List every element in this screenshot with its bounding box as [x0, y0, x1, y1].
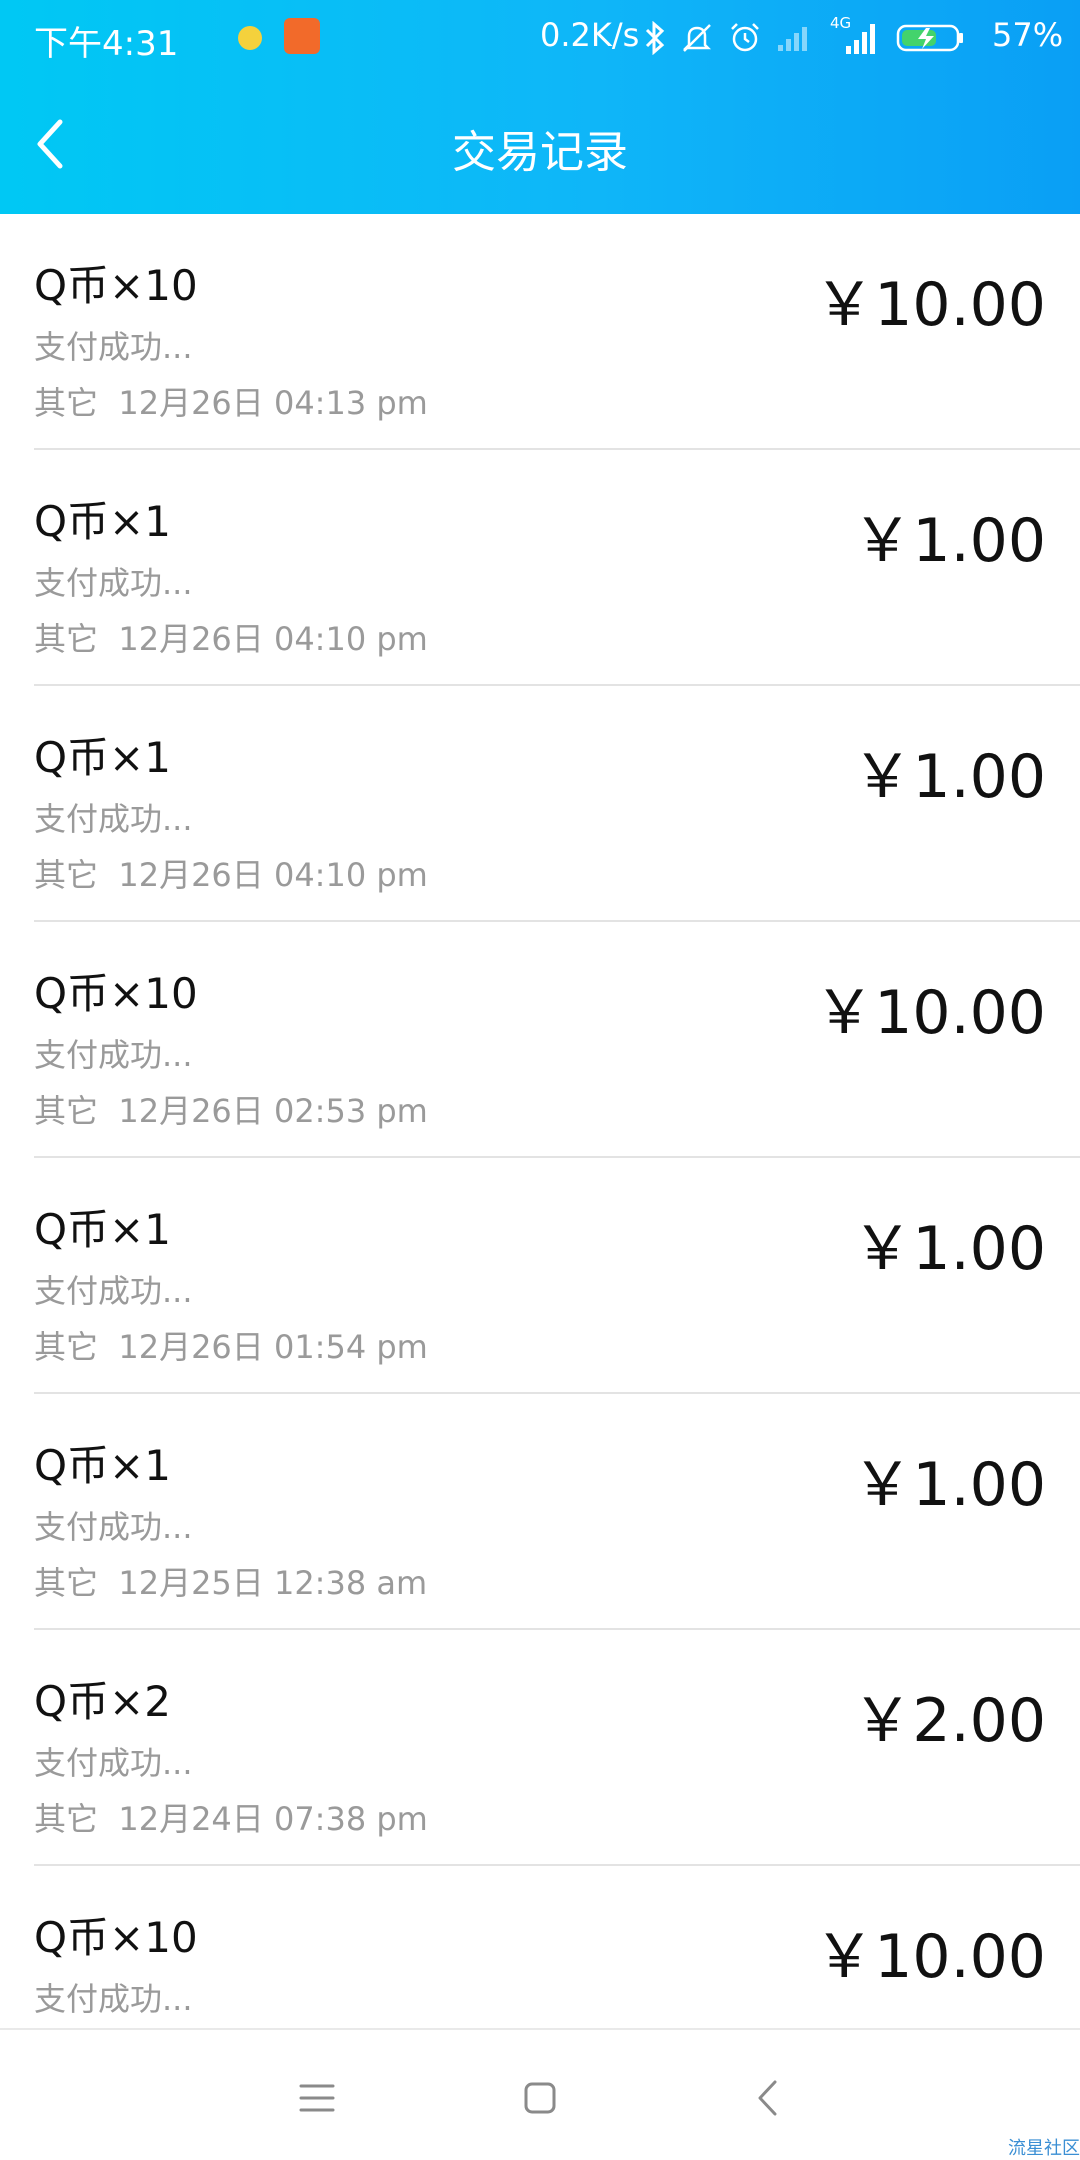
home-square-icon [524, 2082, 556, 2114]
transaction-amount: ￥1.00 [852, 1214, 1046, 1284]
signal-icon: 4G [830, 14, 882, 58]
transaction-amount: ￥10.00 [814, 1922, 1046, 1992]
back-arrow-icon [758, 2080, 777, 2116]
battery-charging-icon [896, 23, 966, 53]
status-bar: 下午4:31 0.2K/s 4G 57% [0, 0, 1080, 76]
signal-weak-icon [776, 23, 816, 53]
transaction-title: Q币×1 [34, 1205, 171, 1254]
network-speed: 0.2K/s [540, 16, 640, 54]
alarm-icon [728, 21, 762, 55]
notification-dot-icon [238, 26, 262, 50]
nav-bar: 交易记录 [0, 76, 1080, 214]
transaction-meta: 其它 12月26日 04:10 pm [34, 856, 428, 894]
transaction-amount: ￥1.00 [852, 1450, 1046, 1520]
transaction-item[interactable]: Q币×10 支付成功... 其它 12月26日 04:13 pm ￥10.00 [0, 214, 1080, 450]
transaction-item[interactable]: Q币×1 支付成功... 其它 12月26日 04:10 pm ￥1.00 [0, 450, 1080, 686]
transaction-meta: 其它 12月26日 04:13 pm [34, 384, 428, 422]
status-icons: 4G [644, 14, 966, 62]
app-notification-icon [284, 18, 320, 54]
transaction-status: 支付成功... [34, 1980, 193, 2018]
menu-icon [299, 2084, 335, 2112]
transaction-list[interactable]: Q币×10 支付成功... 其它 12月26日 04:13 pm ￥10.00 … [0, 214, 1080, 2028]
transaction-status: 支付成功... [34, 564, 193, 602]
app-header: 下午4:31 0.2K/s 4G 57% 交易记录 [0, 0, 1080, 214]
transaction-amount: ￥10.00 [814, 270, 1046, 340]
transaction-title: Q币×10 [34, 261, 198, 310]
transaction-amount: ￥1.00 [852, 742, 1046, 812]
transaction-status: 支付成功... [34, 1744, 193, 1782]
transaction-item[interactable]: Q币×1 支付成功... 其它 12月26日 01:54 pm ￥1.00 [0, 1158, 1080, 1394]
bell-off-icon [680, 21, 714, 55]
system-back-button[interactable] [731, 2062, 803, 2134]
transaction-title: Q币×10 [34, 1913, 198, 1962]
transaction-item[interactable]: Q币×1 支付成功... 其它 12月25日 12:38 am ￥1.00 [0, 1394, 1080, 1630]
page-title: 交易记录 [452, 127, 628, 178]
transaction-item[interactable]: Q币×10 支付成功... ￥10.00 [0, 1866, 1080, 2028]
transaction-title: Q币×1 [34, 733, 171, 782]
transaction-item[interactable]: Q币×10 支付成功... 其它 12月26日 02:53 pm ￥10.00 [0, 922, 1080, 1158]
battery-percent: 57% [992, 16, 1064, 54]
transaction-status: 支付成功... [34, 800, 193, 838]
transaction-meta: 其它 12月25日 12:38 am [34, 1564, 428, 1602]
transaction-meta: 其它 12月26日 04:10 pm [34, 620, 428, 658]
system-navigation-bar: 流星社区 [0, 2028, 1080, 2160]
transaction-amount: ￥1.00 [852, 506, 1046, 576]
transaction-title: Q币×1 [34, 1441, 171, 1490]
watermark-text: 流星社区 [1008, 2138, 1080, 2159]
transaction-status: 支付成功... [34, 328, 193, 366]
transaction-meta: 其它 12月26日 01:54 pm [34, 1328, 428, 1366]
transaction-meta: 其它 12月26日 02:53 pm [34, 1092, 428, 1130]
transaction-amount: ￥2.00 [852, 1686, 1046, 1756]
transaction-item[interactable]: Q币×2 支付成功... 其它 12月24日 07:38 pm ￥2.00 [0, 1630, 1080, 1866]
transaction-amount: ￥10.00 [814, 978, 1046, 1048]
transaction-status: 支付成功... [34, 1272, 193, 1310]
transaction-status: 支付成功... [34, 1036, 193, 1074]
bluetooth-icon [644, 21, 666, 55]
transaction-title: Q币×1 [34, 497, 171, 546]
transaction-title: Q币×2 [34, 1677, 171, 1726]
transaction-meta: 其它 12月24日 07:38 pm [34, 1800, 428, 1838]
transaction-status: 支付成功... [34, 1508, 193, 1546]
transaction-title: Q币×10 [34, 969, 198, 1018]
status-time: 下午4:31 [34, 24, 179, 64]
menu-button[interactable] [281, 2062, 353, 2134]
home-button[interactable] [504, 2062, 576, 2134]
transaction-item[interactable]: Q币×1 支付成功... 其它 12月26日 04:10 pm ￥1.00 [0, 686, 1080, 922]
